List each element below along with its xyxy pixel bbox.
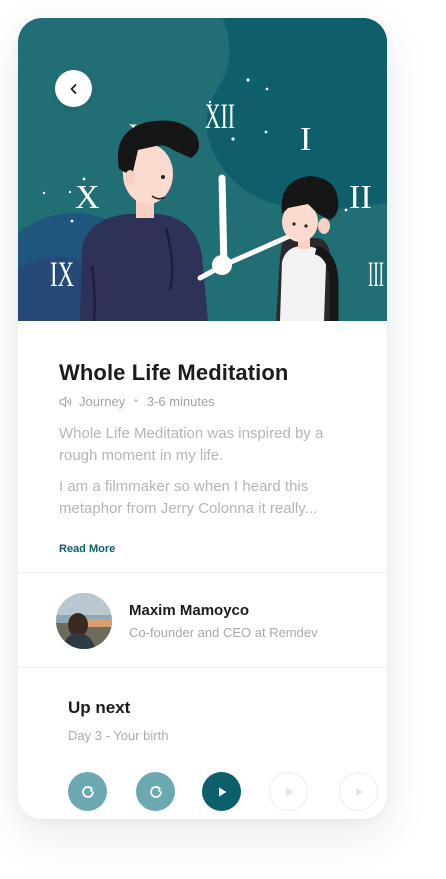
chevron-left-icon [70,83,76,94]
track-meta: Journey • 3-6 minutes [59,394,359,409]
replay-button[interactable] [68,772,107,811]
read-more-link[interactable]: Read More [59,543,115,555]
up-next-subtitle: Day 3 - Your birth [68,728,169,743]
track-description: Whole Life Meditation was inspired by a … [59,423,359,520]
clock-numeral-12: XII [205,96,235,136]
avatar [56,593,112,649]
clock-numeral-1: I [300,121,311,158]
hero-illustration: XII I II III IX X XI [18,18,387,321]
description-paragraph: Whole Life Meditation was inspired by a … [59,425,324,464]
play-icon [355,787,363,796]
track-title: Whole Life Meditation [59,360,289,385]
replay-button[interactable] [136,772,175,811]
play-icon [218,787,226,796]
play-button-disabled[interactable] [339,772,378,811]
track-category: Journey [79,394,126,409]
meditation-detail-card: XII I II III IX X XI [18,18,387,819]
divider [18,572,387,573]
track-duration: 3-6 minutes [146,394,215,409]
replay-icon [149,785,162,798]
author-info[interactable]: Maxim Mamoyco Co-founder and CEO at Remd… [56,593,356,649]
author-text: Maxim Mamoyco Co-founder and CEO at Remd… [129,602,318,640]
clock-scene-illustration: XII I II III IX X XI [18,18,387,321]
play-icon [285,787,293,796]
track-info: Whole Life Meditation Journey • 3-6 minu… [59,360,359,557]
divider [18,667,387,668]
clock-numeral-2: II [349,179,372,216]
play-button-disabled[interactable] [269,772,308,811]
avatar-photo [56,593,112,649]
clock-numeral-9: IX [50,254,74,294]
up-next-title: Up next [68,698,131,717]
up-next-section: Up next Day 3 - Your birth [68,698,168,743]
author-role: Co-founder and CEO at Remdev [129,625,318,640]
author-name: Maxim Mamoyco [129,602,250,619]
description-paragraph: I am a filmmaker so when I heard this me… [59,478,318,517]
meta-separator: • [134,396,138,407]
speaker-icon [59,395,72,408]
clock-numeral-10: X [75,179,100,216]
replay-icon [81,785,94,798]
playback-controls [68,772,378,812]
play-button[interactable] [202,772,241,811]
clock-numeral-3: III [368,254,384,294]
back-button[interactable] [55,70,92,107]
